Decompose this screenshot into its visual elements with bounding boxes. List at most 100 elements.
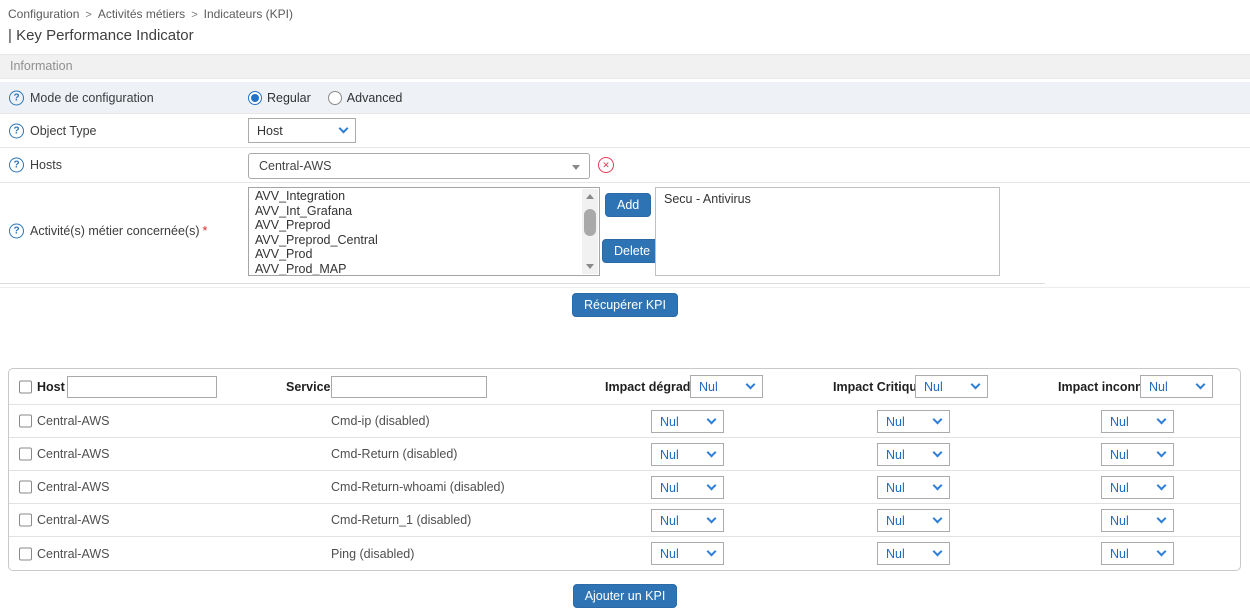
row-checkbox[interactable] (19, 514, 32, 527)
impact-critical-select[interactable]: Nul (877, 476, 950, 499)
kpi-form: ? Mode de configuration Regular Advanced… (0, 82, 1250, 281)
breadcrumb-configuration[interactable]: Configuration (8, 7, 79, 21)
chevron-down-icon (707, 481, 717, 491)
impact-unknown-select[interactable]: Nul (1101, 410, 1174, 433)
chevron-down-icon (707, 415, 717, 425)
activities-label: Activité(s) métier concernée(s)* (30, 224, 207, 238)
impact-critical-select[interactable]: Nul (877, 410, 950, 433)
host-filter-input[interactable] (67, 376, 217, 398)
scroll-up-icon[interactable] (582, 189, 598, 204)
chevron-down-icon (339, 124, 349, 134)
form-row-object-type: ? Object Type Host (0, 113, 1250, 147)
select-value: Nul (886, 547, 905, 561)
row-service: Cmd-Return (disabled) (331, 447, 457, 461)
impact-degraded-select[interactable]: Nul (651, 476, 724, 499)
select-all-checkbox[interactable] (19, 380, 32, 393)
row-checkbox[interactable] (19, 415, 32, 428)
list-option[interactable]: AVV_Int_Grafana (255, 204, 599, 219)
select-value: Nul (886, 415, 905, 429)
impact-critical-header-select[interactable]: Nul (915, 375, 988, 398)
select-value: Nul (660, 547, 679, 561)
impact-unknown-header-select[interactable]: Nul (1140, 375, 1213, 398)
row-host: Central-AWS (37, 513, 109, 527)
select-value: Nul (1110, 448, 1129, 462)
select-value: Nul (1110, 514, 1129, 528)
delete-button[interactable]: Delete (602, 239, 662, 263)
impact-unknown-select[interactable]: Nul (1101, 443, 1174, 466)
impact-critical-select[interactable]: Nul (877, 443, 950, 466)
help-icon[interactable]: ? (9, 224, 24, 239)
chevron-down-icon (1157, 514, 1167, 524)
scroll-down-icon[interactable] (582, 259, 598, 274)
chevron-down-icon (933, 481, 943, 491)
fetch-kpi-area: Récupérer KPI (0, 293, 1250, 317)
add-kpi-area: Ajouter un KPI (0, 584, 1250, 608)
clear-selection-icon[interactable]: ✕ (598, 157, 614, 173)
breadcrumb-separator: > (85, 9, 91, 21)
hosts-label: Hosts (30, 158, 62, 172)
impact-critical-select[interactable]: Nul (877, 542, 950, 565)
help-icon[interactable]: ? (9, 90, 24, 105)
add-kpi-button[interactable]: Ajouter un KPI (573, 584, 678, 608)
list-option[interactable]: AVV_Prod (255, 247, 599, 262)
impact-unknown-select[interactable]: Nul (1101, 542, 1174, 565)
object-type-select[interactable]: Host (248, 118, 356, 143)
impact-degraded-column-label: Impact dégradé (605, 380, 697, 394)
radio-regular-label[interactable]: Regular (267, 91, 311, 105)
chevron-down-icon (707, 448, 717, 458)
radio-regular[interactable] (248, 91, 262, 105)
breadcrumb-activites-metiers[interactable]: Activités métiers (98, 7, 185, 21)
divider (0, 287, 1250, 288)
help-icon[interactable]: ? (9, 123, 24, 138)
row-checkbox[interactable] (19, 481, 32, 494)
scrollbar[interactable] (582, 189, 598, 274)
row-checkbox[interactable] (19, 448, 32, 461)
impact-degraded-select[interactable]: Nul (651, 410, 724, 433)
list-option[interactable]: Secu - Antivirus (664, 192, 991, 207)
divider (0, 283, 1045, 284)
fetch-kpi-button[interactable]: Récupérer KPI (572, 293, 678, 317)
impact-unknown-select[interactable]: Nul (1101, 509, 1174, 532)
list-option[interactable]: AVV_Prod_MAP (255, 262, 599, 276)
kpi-table: Host Service Impact dégradé Nul Impact C… (8, 368, 1241, 571)
impact-degraded-select[interactable]: Nul (651, 542, 724, 565)
select-value: Nul (660, 514, 679, 528)
select-value: Nul (699, 380, 718, 394)
chevron-down-icon (933, 415, 943, 425)
list-option[interactable]: AVV_Preprod_Central (255, 233, 599, 248)
impact-unknown-select[interactable]: Nul (1101, 476, 1174, 499)
select-value: Nul (660, 481, 679, 495)
impact-degraded-header-select[interactable]: Nul (690, 375, 763, 398)
kpi-configuration-page: Configuration>Activités métiers>Indicate… (0, 0, 1250, 615)
breadcrumb-indicateurs-kpi[interactable]: Indicateurs (KPI) (204, 7, 293, 21)
impact-critical-select[interactable]: Nul (877, 509, 950, 532)
select-value: Nul (886, 448, 905, 462)
activities-available-list[interactable]: AVV_IntegrationAVV_Int_GrafanaAVV_Prepro… (248, 187, 600, 276)
service-filter-input[interactable] (331, 376, 487, 398)
impact-degraded-select[interactable]: Nul (651, 443, 724, 466)
row-checkbox[interactable] (19, 547, 32, 560)
radio-advanced-label[interactable]: Advanced (347, 91, 403, 105)
activities-selected-list[interactable]: Secu - Antivirus (655, 187, 1000, 276)
scrollbar-thumb[interactable] (584, 209, 596, 236)
required-asterisk: * (203, 224, 208, 238)
select-value: Nul (886, 481, 905, 495)
select-value: Nul (1149, 380, 1168, 394)
hosts-select[interactable]: Central-AWS (248, 153, 590, 179)
row-host: Central-AWS (37, 547, 109, 561)
table-row: Central-AWS Cmd-Return (disabled) Nul Nu… (9, 438, 1240, 471)
object-type-value: Host (257, 124, 283, 138)
help-icon[interactable]: ? (9, 158, 24, 173)
chevron-down-icon (1157, 415, 1167, 425)
impact-degraded-select[interactable]: Nul (651, 509, 724, 532)
radio-advanced[interactable] (328, 91, 342, 105)
list-option[interactable]: AVV_Integration (255, 189, 599, 204)
select-value: Nul (1110, 415, 1129, 429)
section-header-information: Information (0, 54, 1250, 79)
table-row: Central-AWS Cmd-Return_1 (disabled) Nul … (9, 504, 1240, 537)
add-button[interactable]: Add (605, 193, 651, 217)
chevron-down-icon (933, 448, 943, 458)
list-option[interactable]: AVV_Preprod (255, 218, 599, 233)
chevron-down-icon (746, 380, 756, 390)
chevron-down-icon (707, 514, 717, 524)
